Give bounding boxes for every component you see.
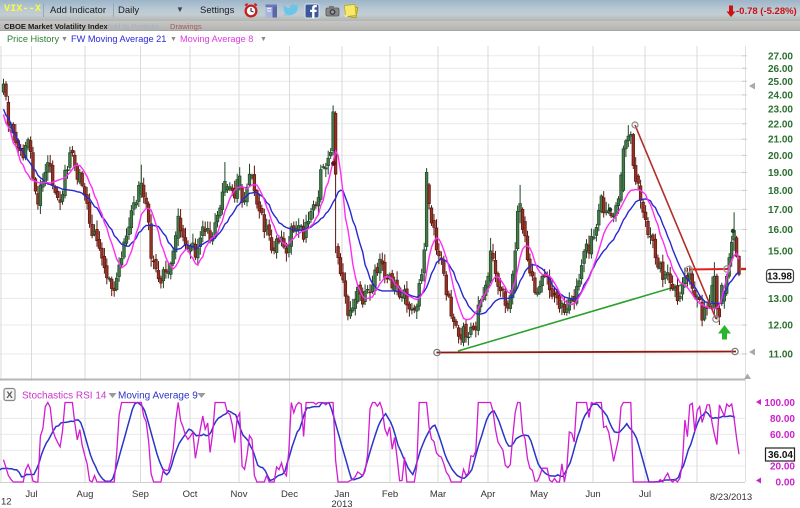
svg-text:15.00: 15.00 — [768, 246, 793, 257]
svg-text:25.00: 25.00 — [768, 77, 793, 88]
svg-text:22.00: 22.00 — [768, 119, 793, 130]
svg-text:18.00: 18.00 — [768, 186, 793, 197]
svg-text:May: May — [530, 489, 548, 500]
svg-text:Sep: Sep — [132, 489, 149, 500]
svg-text:23.00: 23.00 — [768, 105, 793, 116]
svg-text:Moving Average 9: Moving Average 9 — [118, 391, 198, 402]
svg-text:Jul: Jul — [639, 489, 651, 500]
svg-text:19.00: 19.00 — [768, 168, 793, 179]
svg-text:Jun: Jun — [585, 489, 600, 500]
svg-text:20.00: 20.00 — [770, 462, 795, 473]
svg-text:2013: 2013 — [331, 499, 352, 508]
svg-text:12: 12 — [1, 497, 12, 508]
svg-text:27.00: 27.00 — [768, 51, 793, 62]
svg-text:Nov: Nov — [231, 489, 248, 500]
svg-text:26.00: 26.00 — [768, 64, 793, 75]
svg-text:36.04: 36.04 — [768, 450, 793, 461]
svg-text:60.00: 60.00 — [770, 430, 795, 441]
svg-text:Stochastics RSI 14: Stochastics RSI 14 — [22, 391, 107, 402]
svg-text:100.00: 100.00 — [764, 398, 795, 409]
svg-text:Feb: Feb — [382, 489, 398, 500]
svg-text:8/23/2013: 8/23/2013 — [710, 492, 752, 503]
svg-text:13.98: 13.98 — [767, 272, 792, 283]
svg-text:21.00: 21.00 — [768, 135, 793, 146]
svg-text:Dec: Dec — [281, 489, 298, 500]
svg-text:Jul: Jul — [25, 489, 37, 500]
svg-text:11.00: 11.00 — [769, 349, 794, 360]
svg-text:16.00: 16.00 — [768, 225, 793, 236]
svg-text:Apr: Apr — [481, 489, 496, 500]
svg-text:Oct: Oct — [183, 489, 198, 500]
svg-text:80.00: 80.00 — [770, 414, 795, 425]
svg-text:0.00: 0.00 — [776, 478, 796, 489]
svg-text:24.00: 24.00 — [768, 90, 793, 101]
svg-text:17.00: 17.00 — [768, 205, 793, 216]
svg-text:12.00: 12.00 — [768, 321, 793, 332]
svg-text:X: X — [6, 390, 13, 401]
svg-text:Aug: Aug — [77, 489, 94, 500]
svg-text:13.00: 13.00 — [768, 294, 793, 305]
svg-text:20.00: 20.00 — [768, 151, 793, 162]
svg-text:Mar: Mar — [430, 489, 446, 500]
